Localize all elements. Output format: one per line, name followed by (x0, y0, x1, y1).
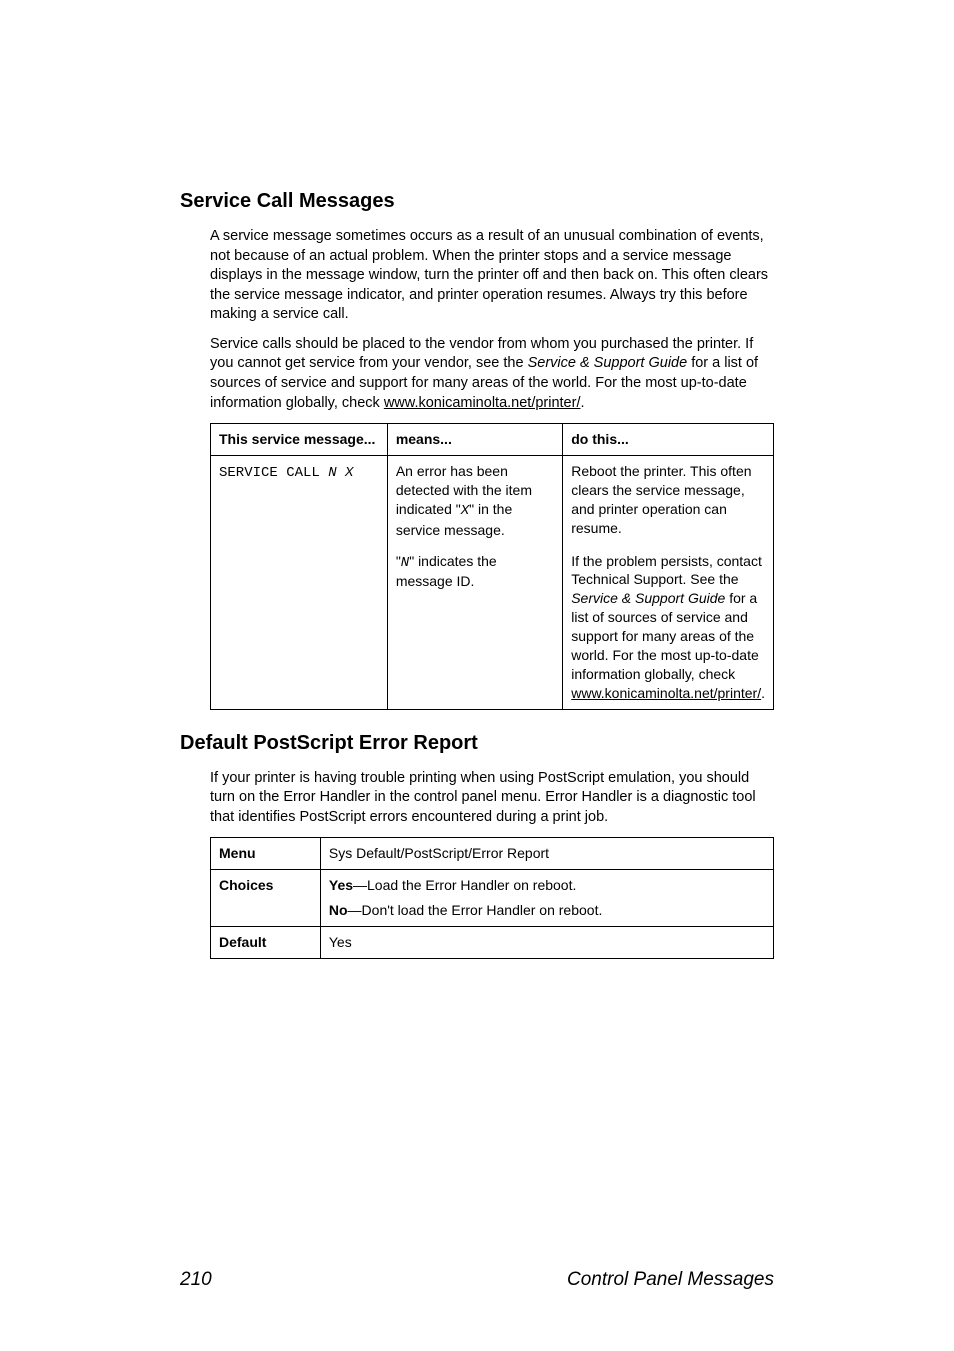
do2-link[interactable]: www.konicaminolta.net/printer/ (571, 685, 761, 701)
choice-yes-label: Yes (329, 877, 353, 893)
menu-value-menu: Sys Default/PostScript/Error Report (320, 838, 773, 870)
svc-cell-do-2: If the problem persists, contact Technic… (563, 546, 774, 710)
table-row: Default Yes (211, 927, 774, 959)
menu-label-choices-text: Choices (219, 877, 273, 893)
means2-b: " indicates the message ID. (396, 553, 497, 590)
footer-title: Control Panel Messages (567, 1269, 774, 1291)
menu-value-choices: Yes—Load the Error Handler on reboot. No… (320, 870, 773, 927)
p2-text-c: . (580, 395, 584, 411)
svc-header-3: do this... (563, 424, 774, 456)
choice-no-text: —Don't load the Error Handler on reboot. (348, 902, 603, 918)
menu-label-choices: Choices (211, 870, 321, 927)
service-paragraph-1: A service message sometimes occurs as a … (210, 227, 774, 325)
menu-label-default: Default (211, 927, 321, 959)
table-row: "N" indicates the message ID. If the pro… (211, 546, 774, 710)
means2-n: N (401, 555, 409, 571)
table-row: This service message... means... do this… (211, 424, 774, 456)
svc-cell-empty (211, 546, 388, 710)
svc-cell-do-1: Reboot the printer. This often clears th… (563, 455, 774, 545)
menu-table: Menu Sys Default/PostScript/Error Report… (210, 837, 774, 959)
choice-yes-text: —Load the Error Handler on reboot. (353, 877, 576, 893)
svc-cell-means-2: "N" indicates the message ID. (387, 546, 562, 710)
p2-link[interactable]: www.konicaminolta.net/printer/ (384, 395, 581, 411)
svc-header-2: means... (387, 424, 562, 456)
table-row: Choices Yes—Load the Error Handler on re… (211, 870, 774, 927)
do2-a: If the problem persists, contact Technic… (571, 553, 762, 588)
menu-label-menu: Menu (211, 838, 321, 870)
svc-header-1: This service message... (211, 424, 388, 456)
choice-no-label: No (329, 902, 348, 918)
svc-cell-code: SERVICE CALL N X (211, 455, 388, 545)
menu-value-default: Yes (320, 927, 773, 959)
page-number: 210 (180, 1269, 212, 1291)
menu-label-default-text: Default (219, 934, 266, 950)
do2-italic: Service & Support Guide (571, 590, 725, 606)
table-row: Menu Sys Default/PostScript/Error Report (211, 838, 774, 870)
service-table: This service message... means... do this… (210, 423, 774, 710)
menu-label-menu-text: Menu (219, 845, 256, 861)
p2-italic: Service & Support Guide (528, 355, 688, 371)
ps-paragraph-1: If your printer is having trouble printi… (210, 769, 774, 828)
service-paragraph-2: Service calls should be placed to the ve… (210, 335, 774, 413)
means-x: X (461, 503, 469, 519)
svc-code-text: SERVICE CALL (219, 465, 328, 481)
table-row: SERVICE CALL N X An error has been detec… (211, 455, 774, 545)
page-footer: 210 Control Panel Messages (180, 1269, 774, 1291)
section-title-service: Service Call Messages (180, 190, 774, 213)
svc-code-vars: N X (328, 465, 353, 481)
section-title-default-ps: Default PostScript Error Report (180, 732, 774, 755)
svc-cell-means-1: An error has been detected with the item… (387, 455, 562, 545)
do2-c: . (761, 685, 765, 701)
